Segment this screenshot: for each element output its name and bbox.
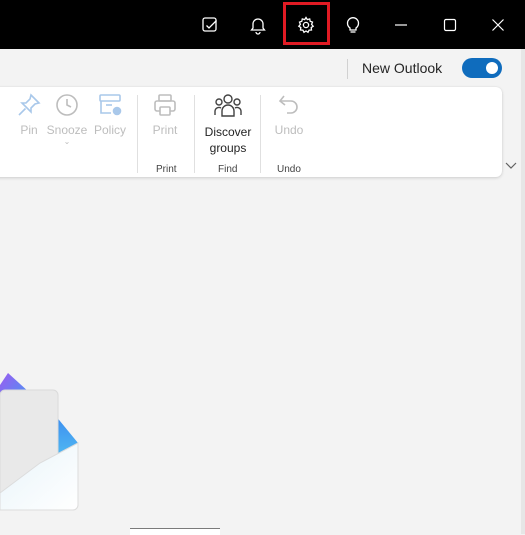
discover-label-line2: groups <box>209 141 247 155</box>
settings-highlight-box <box>283 2 330 45</box>
print-group-label: Print <box>156 164 177 175</box>
pin-label: Pin <box>20 123 38 137</box>
toggle-knob <box>486 62 498 74</box>
pin-icon <box>18 93 41 116</box>
clock-icon <box>56 94 78 116</box>
scrollbar[interactable] <box>521 49 525 534</box>
find-group-label: Find <box>218 164 238 175</box>
tips-button[interactable] <box>331 0 375 49</box>
new-outlook-label: New Outlook <box>362 60 443 76</box>
ribbon-separator <box>260 95 261 173</box>
close-icon <box>492 18 504 31</box>
notes-button[interactable] <box>188 0 232 49</box>
minimize-icon <box>395 23 407 26</box>
notes-icon <box>202 16 217 32</box>
undo-label: Undo <box>274 123 304 137</box>
toggle-row: New Outlook <box>0 49 525 87</box>
policy-icon <box>99 94 122 116</box>
ribbon-separator <box>194 95 195 173</box>
ribbon: Pin Snooze ⌄ Policy Print Print Discover… <box>0 87 502 177</box>
discover-groups-button[interactable]: Discover groups <box>202 92 254 156</box>
bell-icon <box>250 17 266 35</box>
maximize-icon <box>443 18 457 31</box>
title-bar <box>0 0 525 49</box>
new-outlook-toggle[interactable] <box>462 58 502 78</box>
snooze-button[interactable]: Snooze ⌄ <box>44 92 90 146</box>
policy-label: Policy <box>93 123 126 137</box>
printer-icon <box>154 94 176 116</box>
discover-label-line1: Discover <box>204 125 252 139</box>
ribbon-expand-chevron-icon[interactable] <box>505 160 517 170</box>
undo-button[interactable]: Undo <box>272 92 306 138</box>
undo-icon <box>278 95 298 114</box>
notifications-button[interactable] <box>236 0 280 49</box>
minimize-button[interactable] <box>379 0 423 49</box>
snooze-label: Snooze <box>46 123 88 137</box>
divider <box>347 59 348 79</box>
print-button[interactable]: Print <box>147 92 183 138</box>
people-group-icon <box>214 94 242 117</box>
pin-button[interactable]: Pin <box>14 92 44 138</box>
ribbon-separator <box>137 95 138 173</box>
mail-envelope-illustration <box>0 373 79 511</box>
print-label: Print <box>152 123 178 137</box>
maximize-button[interactable] <box>428 0 472 49</box>
undo-group-label: Undo <box>277 164 301 175</box>
snooze-dropdown-icon: ⌄ <box>63 137 71 146</box>
close-button[interactable] <box>476 0 520 49</box>
policy-button[interactable]: Policy <box>92 92 128 138</box>
lightbulb-icon <box>346 16 360 33</box>
discover-groups-label: Discover groups <box>205 124 252 156</box>
